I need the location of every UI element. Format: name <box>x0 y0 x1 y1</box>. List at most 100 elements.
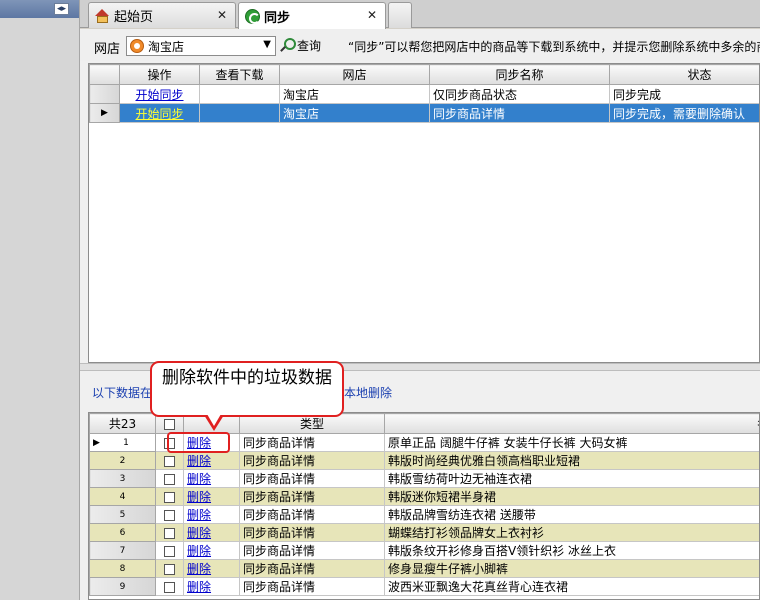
store-label: 网店 <box>94 42 121 57</box>
sync-name-cell: 同步商品详情 <box>429 103 610 123</box>
table-row[interactable]: 2 删除 同步商品详情 韩版时尚经典优雅白领高档职业短裙 <box>89 451 759 470</box>
download-cell[interactable] <box>199 103 280 123</box>
store-cell: 淘宝店 <box>279 84 430 104</box>
row-checkbox[interactable] <box>164 527 175 539</box>
delete-link[interactable]: 删除 <box>187 544 211 558</box>
type-cell: 同步商品详情 <box>239 451 385 470</box>
delete-link[interactable]: 删除 <box>187 526 211 540</box>
status-cell: 同步完成 <box>609 84 759 104</box>
new-tab-button[interactable] <box>388 2 412 28</box>
download-cell[interactable] <box>199 84 280 104</box>
home-icon <box>95 8 110 23</box>
column-header[interactable]: 操作 <box>119 64 200 85</box>
type-cell: 同步商品详情 <box>239 523 385 542</box>
row-checkbox[interactable] <box>164 473 175 485</box>
row-number[interactable]: ▶ 1 <box>89 433 156 452</box>
type-cell: 同步商品详情 <box>239 487 385 506</box>
row-number[interactable]: 4 <box>89 487 156 506</box>
row-checkbox[interactable] <box>164 581 175 593</box>
store-select-value: 淘宝店 <box>148 39 185 54</box>
name-cell: 波西米亚飘逸大花真丝背心连衣裙 <box>384 577 759 596</box>
delete-link[interactable]: 删除 <box>187 454 211 468</box>
name-cell: 韩版雪纺荷叶边无袖连衣裙 <box>384 469 759 488</box>
row-checkbox[interactable] <box>164 509 175 521</box>
name-cell: 韩版时尚经典优雅白领高档职业短裙 <box>384 451 759 470</box>
query-button[interactable]: 查询 <box>280 34 321 56</box>
row-checkbox[interactable] <box>164 563 175 575</box>
row-count-header: 共23 <box>89 413 156 434</box>
column-header[interactable]: 同步名称 <box>429 64 610 85</box>
type-cell: 同步商品详情 <box>239 577 385 596</box>
table-row[interactable]: 3 删除 同步商品详情 韩版雪纺荷叶边无袖连衣裙 <box>89 469 759 488</box>
delete-link[interactable]: 删除 <box>187 490 211 504</box>
row-checkbox[interactable] <box>164 455 175 467</box>
table-row[interactable]: 8 删除 同步商品详情 修身显瘦牛仔裤小脚裤 <box>89 559 759 578</box>
grid-header: 操作 查看下载 网店 同步名称 状态 <box>89 64 759 85</box>
search-icon <box>280 38 296 52</box>
name-cell: 修身显瘦牛仔裤小脚裤 <box>384 559 759 578</box>
delete-link[interactable]: 删除 <box>187 472 211 486</box>
store-cell: 淘宝店 <box>279 103 430 123</box>
sync-task-grid: 操作 查看下载 网店 同步名称 状态 开始同步 淘宝店 仅同步商品状态 同步完成 <box>88 63 760 363</box>
annotation-callout: 删除软件中的垃圾数据 <box>150 361 344 417</box>
name-cell: 韩版迷你短裙半身裙 <box>384 487 759 506</box>
column-header[interactable]: 查看下载 <box>199 64 280 85</box>
name-cell: 韩版品牌雪纺连衣裙 送腰带 <box>384 505 759 524</box>
toolbar: 网店 淘宝店 ▼ 查询 “同步”可以帮您把网店中的商品等下载到系统中，并提示您删… <box>80 29 760 61</box>
table-row[interactable]: 4 删除 同步商品详情 韩版迷你短裙半身裙 <box>89 487 759 506</box>
delete-link[interactable]: 删除 <box>187 562 211 576</box>
row-number[interactable]: 2 <box>89 451 156 470</box>
column-header[interactable]: 状态 <box>609 64 759 85</box>
table-row[interactable]: 5 删除 同步商品详情 韩版品牌雪纺连衣裙 送腰带 <box>89 505 759 524</box>
close-icon[interactable]: ✕ <box>217 8 227 22</box>
table-row[interactable]: 9 删除 同步商品详情 波西米亚飘逸大花真丝背心连衣裙 <box>89 577 759 596</box>
tab-sync[interactable]: 同步 ✕ <box>238 2 386 29</box>
current-row-marker[interactable]: ▶ <box>89 103 120 123</box>
callout-tail-inner <box>207 414 221 426</box>
row-number[interactable]: 7 <box>89 541 156 560</box>
table-row[interactable]: 6 删除 同步商品详情 蝴蝶结打衫领品牌女上衣衬衫 <box>89 523 759 542</box>
row-number[interactable]: 6 <box>89 523 156 542</box>
tab-label: 同步 <box>264 10 291 26</box>
start-sync-link[interactable]: 开始同步 <box>135 88 183 102</box>
delete-link[interactable]: 删除 <box>187 508 211 522</box>
type-cell: 同步商品详情 <box>239 433 385 452</box>
row-indicator[interactable] <box>89 84 120 104</box>
column-header[interactable]: 名称 <box>384 413 759 434</box>
select-all-checkbox[interactable] <box>164 418 175 430</box>
row-checkbox[interactable] <box>164 491 175 503</box>
row-number[interactable]: 9 <box>89 577 156 596</box>
left-pane-header: ◂▸ <box>0 0 79 18</box>
table-row-selected[interactable]: ▶ 开始同步 淘宝店 同步商品详情 同步完成，需要删除确认 <box>89 103 759 123</box>
tab-start-page[interactable]: 起始页 ✕ <box>88 2 236 28</box>
chevron-down-icon[interactable]: ▼ <box>263 39 271 50</box>
current-row-marker: ▶ <box>93 437 100 448</box>
table-row[interactable]: 开始同步 淘宝店 仅同步商品状态 同步完成 <box>89 84 759 104</box>
name-cell: 韩版条纹开衫修身百搭V领针织衫 冰丝上衣 <box>384 541 759 560</box>
delete-link-highlight <box>167 432 230 453</box>
name-cell: 原单正品 阔腿牛仔裤 女装牛仔长裤 大码女裤 <box>384 433 759 452</box>
tab-bar: 起始页 ✕ 同步 ✕ <box>80 0 760 29</box>
table-row[interactable]: 7 删除 同步商品详情 韩版条纹开衫修身百搭V领针织衫 冰丝上衣 <box>89 541 759 560</box>
column-header[interactable]: 网店 <box>279 64 430 85</box>
type-cell: 同步商品详情 <box>239 469 385 488</box>
type-cell: 同步商品详情 <box>239 505 385 524</box>
type-cell: 同步商品详情 <box>239 559 385 578</box>
taobao-store-icon <box>130 39 144 53</box>
sync-hint: “同步”可以帮您把网店中的商品等下载到系统中，并提示您删除系统中多余的商 <box>348 40 760 54</box>
row-number[interactable]: 3 <box>89 469 156 488</box>
row-number[interactable]: 8 <box>89 559 156 578</box>
delete-link[interactable]: 删除 <box>187 580 211 594</box>
left-pane: ◂▸ <box>0 0 80 600</box>
row-checkbox[interactable] <box>164 545 175 557</box>
start-sync-link[interactable]: 开始同步 <box>135 107 183 121</box>
name-cell: 蝴蝶结打衫领品牌女上衣衬衫 <box>384 523 759 542</box>
sync-panel: 网店 淘宝店 ▼ 查询 “同步”可以帮您把网店中的商品等下载到系统中，并提示您删… <box>80 29 760 600</box>
row-number[interactable]: 5 <box>89 505 156 524</box>
status-cell: 同步完成，需要删除确认 <box>609 103 759 123</box>
collapse-pane-icon[interactable]: ◂▸ <box>54 3 69 15</box>
close-icon[interactable]: ✕ <box>367 8 377 22</box>
store-select[interactable]: 淘宝店 ▼ <box>126 36 276 56</box>
tab-label: 起始页 <box>114 10 154 25</box>
type-cell: 同步商品详情 <box>239 541 385 560</box>
